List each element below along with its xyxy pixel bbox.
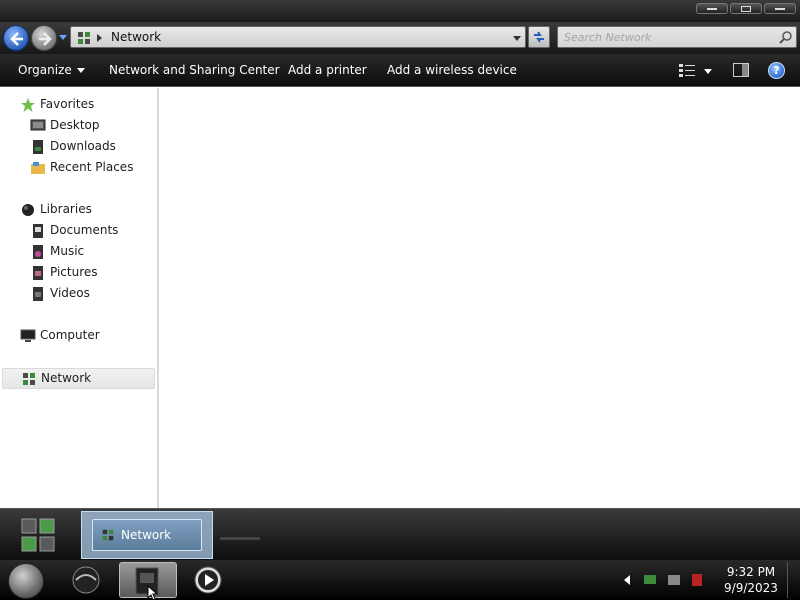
- taskbar-app-browser[interactable]: [68, 562, 104, 598]
- documents-icon: [33, 224, 43, 238]
- nav-network-label: Network: [41, 371, 92, 385]
- address-bar[interactable]: Network: [70, 26, 526, 48]
- system-clock[interactable]: 9:32 PM 9/9/2023: [716, 564, 786, 596]
- nav-downloads[interactable]: Downloads: [30, 137, 140, 157]
- computer-icon: [20, 329, 36, 342]
- thumbnail-window-title[interactable]: Network: [92, 519, 202, 551]
- favorites-star-icon: [21, 98, 35, 112]
- taskbar-preview-strip: Network: [0, 508, 800, 560]
- network-icon: [78, 32, 90, 44]
- thumbnail-title-label: Network: [121, 528, 172, 542]
- breadcrumb-separator[interactable]: [97, 34, 102, 42]
- nav-videos-label: Videos: [50, 286, 90, 300]
- close-button[interactable]: [764, 3, 796, 14]
- chevron-down-icon: [76, 68, 85, 73]
- back-button[interactable]: [3, 25, 29, 51]
- nav-music[interactable]: Music: [30, 242, 140, 262]
- address-row: Network: [0, 22, 800, 54]
- nav-pictures-label: Pictures: [50, 265, 98, 279]
- divider: [220, 537, 260, 540]
- mouse-cursor-icon: [147, 585, 159, 600]
- nav-documents-label: Documents: [50, 223, 119, 237]
- help-icon[interactable]: ?: [768, 62, 785, 79]
- add-wireless-device-button[interactable]: Add a wireless device: [387, 63, 517, 77]
- breadcrumb-network[interactable]: Network: [111, 30, 161, 44]
- downloads-icon: [33, 140, 43, 154]
- action-center-icon[interactable]: [692, 574, 702, 586]
- nav-music-label: Music: [50, 244, 85, 258]
- videos-icon: [33, 287, 43, 301]
- recent-pages-dropdown[interactable]: [59, 35, 67, 40]
- search-input[interactable]: [564, 29, 774, 45]
- nav-computer-label: Computer: [40, 328, 100, 342]
- preview-pane-icon[interactable]: [733, 63, 749, 77]
- network-status-icon[interactable]: [644, 575, 656, 584]
- clock-date: 9/9/2023: [724, 581, 778, 595]
- system-tray: [624, 574, 702, 586]
- nav-videos[interactable]: Videos: [30, 284, 140, 304]
- browser-icon: [72, 566, 100, 594]
- network-large-icon: [21, 518, 55, 552]
- network-icon: [102, 529, 114, 541]
- show-desktop-button[interactable]: [787, 562, 797, 598]
- nav-favorites[interactable]: Favorites: [20, 95, 140, 115]
- forward-button[interactable]: [31, 25, 57, 51]
- clock-time: 9:32 PM: [726, 565, 776, 579]
- search-box[interactable]: [557, 26, 797, 48]
- search-icon[interactable]: [779, 30, 793, 44]
- nav-desktop[interactable]: Desktop: [30, 116, 140, 136]
- taskbar: 9:32 PM 9/9/2023: [0, 560, 800, 600]
- forward-arrow-icon: [39, 32, 52, 46]
- nav-pictures[interactable]: Pictures: [30, 263, 140, 283]
- window-controls: [696, 3, 796, 14]
- start-button[interactable]: [8, 563, 44, 599]
- desktop-icon: [30, 119, 46, 131]
- address-history-dropdown[interactable]: [513, 36, 521, 41]
- navigation-pane: Favorites Desktop Downloads Recent Place…: [0, 88, 158, 508]
- taskbar-app-media-player[interactable]: [190, 562, 226, 598]
- nav-recent-places-label: Recent Places: [50, 160, 134, 174]
- taskbar-thumbnail[interactable]: Network: [81, 511, 213, 559]
- pane-splitter[interactable]: [157, 88, 159, 508]
- minimize-button[interactable]: [696, 3, 728, 14]
- title-bar: [0, 0, 800, 22]
- libraries-icon: [22, 204, 34, 216]
- nav-desktop-label: Desktop: [50, 118, 100, 132]
- add-printer-button[interactable]: Add a printer: [288, 63, 367, 77]
- speaker-icon[interactable]: [668, 575, 680, 585]
- organize-label: Organize: [18, 63, 72, 77]
- show-hidden-icons-icon[interactable]: [624, 575, 630, 585]
- maximize-button[interactable]: [730, 3, 762, 14]
- play-icon: [194, 566, 222, 594]
- view-options-dropdown[interactable]: [704, 69, 712, 74]
- nav-recent-places[interactable]: Recent Places: [30, 158, 140, 178]
- organize-menu[interactable]: Organize: [18, 63, 85, 77]
- pictures-icon: [33, 266, 43, 280]
- network-icon: [23, 373, 35, 385]
- refresh-icon: [534, 31, 544, 43]
- nav-libraries-label: Libraries: [40, 202, 92, 216]
- nav-computer[interactable]: Computer: [20, 326, 140, 346]
- explorer-window: Network Organize Network and Sharing Cen…: [0, 0, 800, 510]
- back-arrow-icon: [10, 32, 23, 46]
- file-list-area[interactable]: [160, 88, 800, 508]
- nav-libraries[interactable]: Libraries: [20, 200, 140, 220]
- recent-places-icon: [31, 162, 45, 174]
- network-sharing-center-button[interactable]: Network and Sharing Center: [109, 63, 280, 77]
- nav-network[interactable]: Network: [2, 368, 155, 389]
- change-view-icon[interactable]: [678, 63, 698, 79]
- command-bar: Organize Network and Sharing Center Add …: [0, 54, 800, 87]
- nav-favorites-label: Favorites: [40, 97, 95, 111]
- music-icon: [33, 245, 43, 259]
- nav-documents[interactable]: Documents: [30, 221, 140, 241]
- nav-downloads-label: Downloads: [50, 139, 116, 153]
- refresh-button[interactable]: [528, 26, 550, 48]
